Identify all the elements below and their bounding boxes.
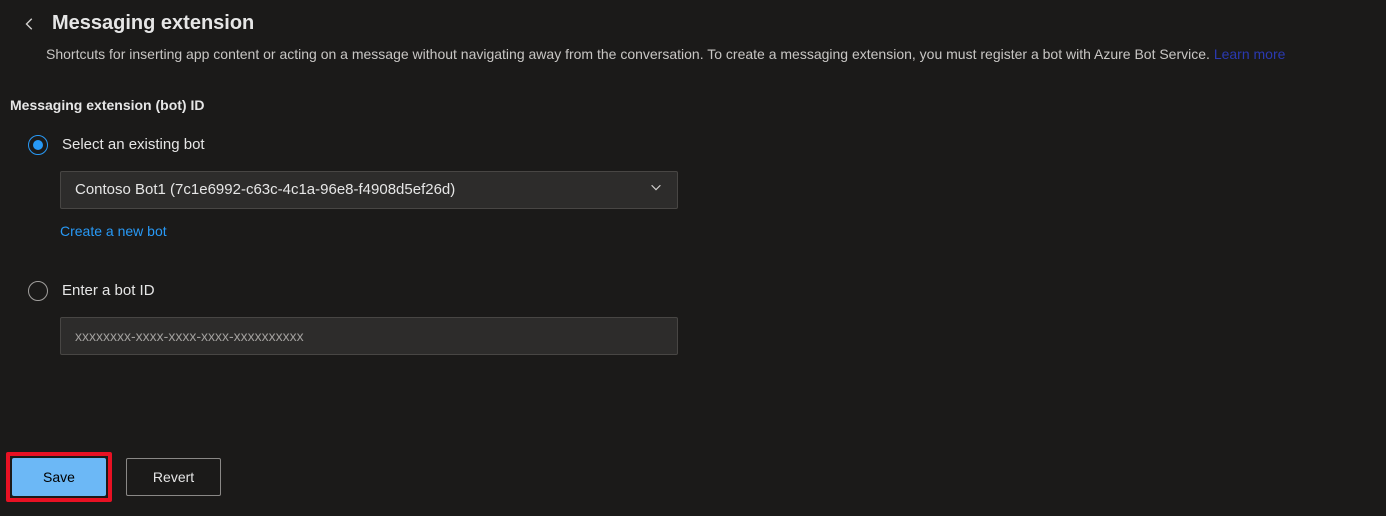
page-title: Messaging extension [52,12,254,35]
existing-bot-dropdown[interactable]: Contoso Bot1 (7c1e6992-c63c-4c1a-96e8-f4… [60,171,678,209]
bot-id-input[interactable] [60,317,678,355]
page-description: Shortcuts for inserting app content or a… [46,45,1358,65]
create-new-bot-link[interactable]: Create a new bot [60,223,167,239]
learn-more-link[interactable]: Learn more [1214,46,1286,62]
dropdown-value: Contoso Bot1 (7c1e6992-c63c-4c1a-96e8-f4… [75,181,455,198]
radio-enter-bot-id[interactable] [28,281,48,301]
save-button-highlight: Save [6,452,112,502]
chevron-down-icon [649,180,663,199]
save-button[interactable]: Save [12,458,106,496]
radio-select-existing-label: Select an existing bot [62,136,205,153]
radio-enter-bot-id-label: Enter a bot ID [62,282,155,299]
page-description-text: Shortcuts for inserting app content or a… [46,46,1214,62]
section-title: Messaging extension (bot) ID [10,97,1358,113]
revert-button[interactable]: Revert [126,458,221,496]
back-chevron-icon[interactable] [20,14,40,34]
radio-select-existing[interactable] [28,135,48,155]
